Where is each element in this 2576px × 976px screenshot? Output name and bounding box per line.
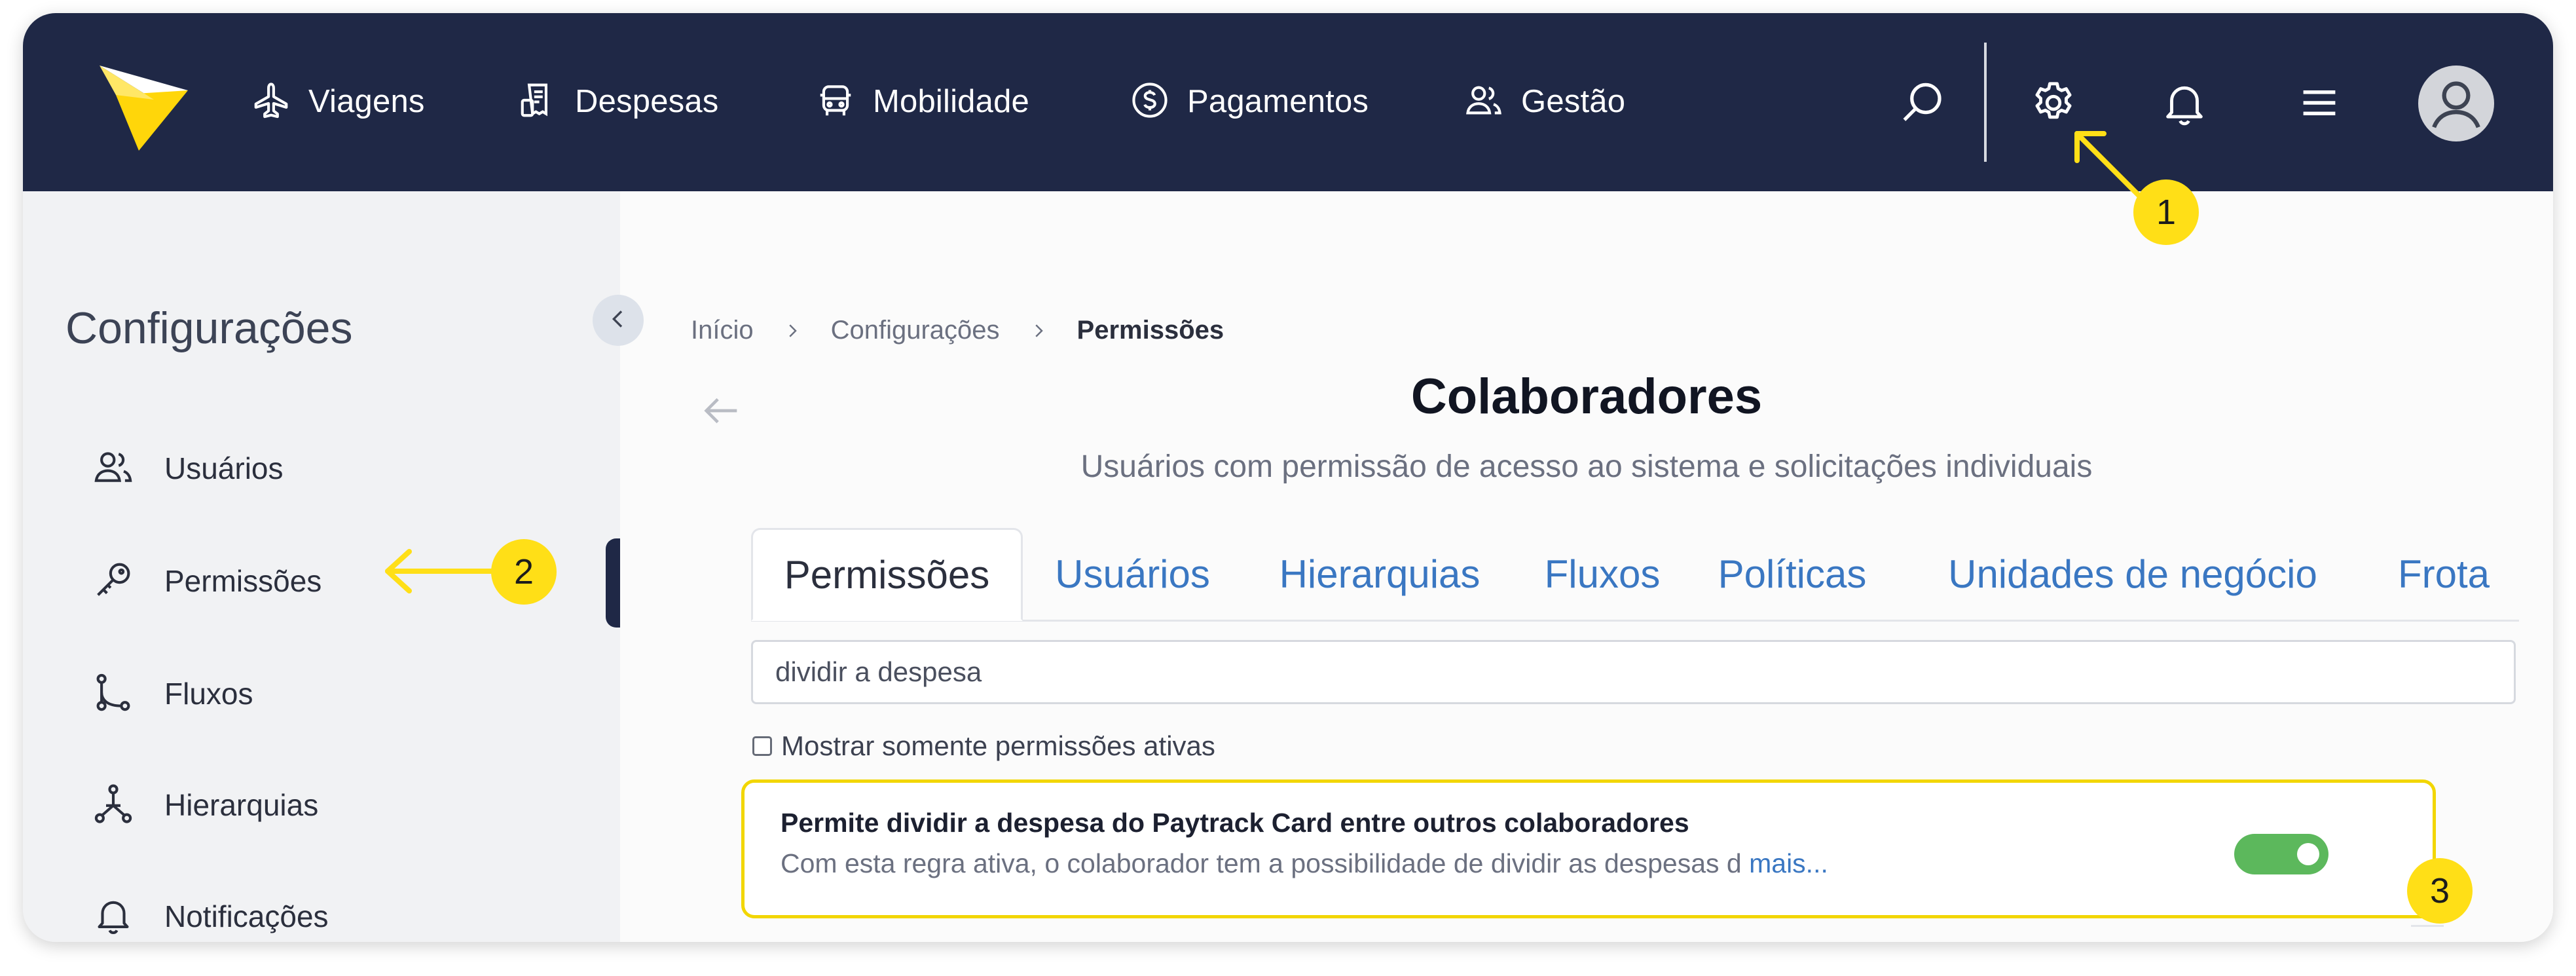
sidebar-item-fluxos[interactable]: Fluxos — [92, 664, 253, 723]
key-icon — [92, 558, 135, 605]
hierarchy-icon — [92, 782, 135, 829]
user-avatar-icon[interactable] — [2418, 66, 2494, 141]
tab-permissoes[interactable]: Permissões — [751, 528, 1023, 621]
permission-title: Permite dividir a despesa do Paytrack Ca… — [781, 808, 1689, 838]
permission-description: Com esta regra ativa, o colaborador tem … — [781, 848, 1828, 879]
chevron-right-icon — [788, 324, 797, 337]
bell-icon — [92, 893, 135, 940]
breadcrumb-inicio[interactable]: Início — [691, 316, 754, 345]
nav-gestao[interactable]: Gestão — [1463, 75, 1625, 128]
permission-search-input[interactable] — [751, 640, 2516, 704]
tab-frota[interactable]: Frota — [2368, 528, 2519, 620]
tab-bar: Permissões Usuários Hierarquias Fluxos P… — [751, 528, 2519, 622]
tab-hierarquias[interactable]: Hierarquias — [1242, 528, 1517, 620]
page-title: Colaboradores — [1410, 369, 1763, 424]
menu-icon[interactable] — [2294, 77, 2345, 128]
gear-icon[interactable] — [2028, 77, 2079, 128]
sidebar-item-permissoes[interactable]: Permissões — [92, 552, 322, 610]
sidebar-item-usuarios[interactable]: Usuários — [92, 439, 284, 498]
tab-fluxos[interactable]: Fluxos — [1517, 528, 1687, 620]
permission-toggle[interactable] — [2234, 834, 2328, 874]
sidebar-item-label: Permissões — [164, 564, 322, 598]
active-only-filter[interactable]: Mostrar somente permissões ativas — [752, 730, 1215, 762]
plane-icon — [251, 80, 291, 124]
active-only-label: Mostrar somente permissões ativas — [781, 730, 1215, 761]
tab-unidades-de-negocio[interactable]: Unidades de negócio — [1897, 528, 2368, 620]
dollar-coin-icon — [1130, 80, 1170, 124]
permission-item: Permite dividir a despesa do Paytrack Ca… — [741, 779, 2436, 918]
paytrack-logo[interactable] — [96, 59, 194, 151]
sidebar-item-notificacoes[interactable]: Notificações — [92, 887, 329, 942]
permission-description-text: Com esta regra ativa, o colaborador tem … — [781, 848, 1742, 878]
collapse-sidebar-button[interactable] — [593, 295, 644, 346]
nav-despesas[interactable]: Despesas — [517, 75, 719, 128]
annotation-marker-3: 3 — [2407, 858, 2473, 924]
users-icon — [1463, 80, 1504, 124]
breadcrumb: Início Configurações Permissões — [691, 316, 1224, 345]
nav-label: Mobilidade — [873, 84, 1029, 119]
sidebar-item-label: Notificações — [164, 899, 329, 933]
toolbar-divider — [1984, 43, 1987, 162]
breadcrumb-permissoes: Permissões — [1076, 316, 1224, 345]
nav-label: Despesas — [575, 84, 719, 119]
active-only-checkbox[interactable] — [752, 736, 772, 756]
annotation-marker-2: 2 — [491, 539, 557, 605]
sidebar-item-label: Usuários — [164, 451, 284, 485]
app-window: Viagens Despesas Mobilidade Pagamentos G… — [23, 13, 2553, 942]
car-icon — [815, 80, 856, 124]
toggle-knob — [2297, 843, 2319, 865]
bell-icon[interactable] — [2159, 77, 2210, 128]
permission-more-link[interactable]: mais... — [1749, 848, 1828, 878]
page-subtitle: Usuários com permissão de acesso ao sist… — [1080, 449, 2093, 484]
chevron-left-icon — [605, 306, 631, 335]
sidebar-title: Configurações — [65, 303, 353, 353]
users-icon — [92, 445, 135, 492]
sidebar-item-hierarquias[interactable]: Hierarquias — [92, 776, 318, 835]
sidebar-item-label: Hierarquias — [164, 788, 319, 822]
nav-label: Viagens — [308, 84, 425, 119]
flow-icon — [92, 671, 135, 717]
nav-viagens[interactable]: Viagens — [251, 75, 425, 128]
chevron-right-icon — [1035, 324, 1043, 337]
receipt-icon — [517, 80, 558, 124]
list-divider — [2411, 925, 2444, 927]
tab-usuarios[interactable]: Usuários — [1023, 528, 1242, 620]
nav-pagamentos[interactable]: Pagamentos — [1130, 75, 1369, 128]
nav-label: Pagamentos — [1187, 84, 1369, 119]
search-icon[interactable] — [1897, 77, 1948, 128]
nav-mobilidade[interactable]: Mobilidade — [815, 75, 1029, 128]
sidebar-item-label: Fluxos — [164, 677, 253, 711]
tab-politicas[interactable]: Políticas — [1687, 528, 1897, 620]
breadcrumb-configuracoes[interactable]: Configurações — [831, 316, 1000, 345]
nav-label: Gestão — [1521, 84, 1626, 119]
top-navigation-bar: Viagens Despesas Mobilidade Pagamentos G… — [23, 13, 2553, 191]
sidebar-active-indicator — [606, 538, 620, 628]
annotation-marker-1: 1 — [2133, 179, 2199, 245]
main-content: Início Configurações Permissões Colabora… — [620, 191, 2553, 942]
